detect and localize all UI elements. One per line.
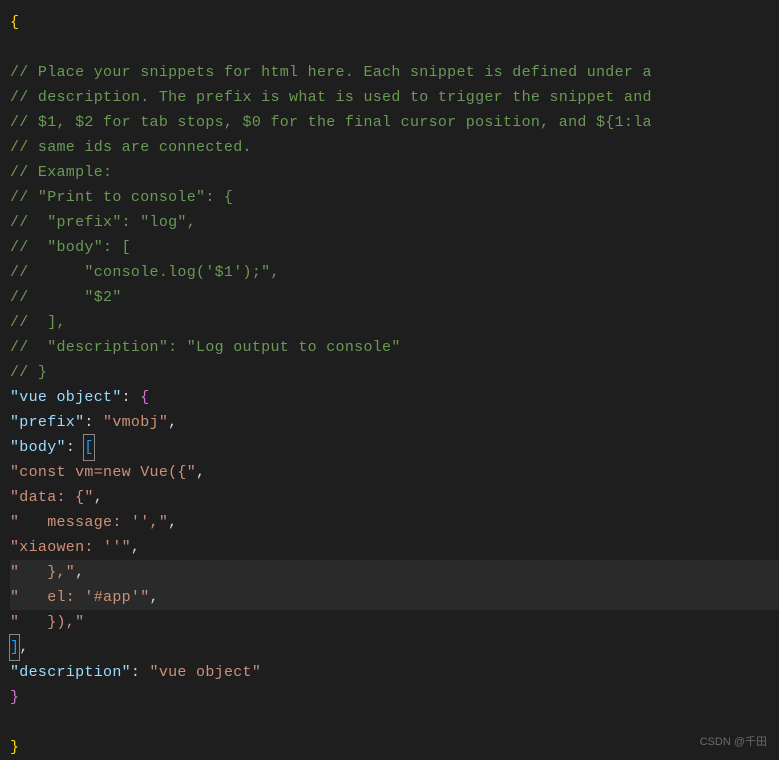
json-string: "vmobj" <box>103 410 168 435</box>
comment: // "prefix": "log", <box>10 210 196 235</box>
code-line[interactable] <box>10 710 779 735</box>
comment: // "description": "Log output to console… <box>10 335 401 360</box>
json-string: "xiaowen: ''" <box>10 535 131 560</box>
json-string: " el: '#app'" <box>10 585 150 610</box>
json-string: "data: {" <box>10 485 94 510</box>
code-line[interactable]: // description. The prefix is what is us… <box>10 85 779 110</box>
code-line[interactable] <box>10 35 779 60</box>
code-line[interactable]: "body": [ <box>10 435 779 460</box>
code-line[interactable]: // $1, $2 for tab stops, $0 for the fina… <box>10 110 779 135</box>
comment: // "body": [ <box>10 235 131 260</box>
json-key: "body" <box>10 435 66 460</box>
code-line[interactable]: // "body": [ <box>10 235 779 260</box>
close-brace: } <box>10 735 19 760</box>
code-line[interactable]: // Example: <box>10 160 779 185</box>
code-line[interactable]: "prefix": "vmobj", <box>10 410 779 435</box>
json-key: "vue object" <box>10 385 122 410</box>
code-line-active[interactable]: " el: '#app'", <box>10 585 779 610</box>
comment: // Place your snippets for html here. Ea… <box>10 60 652 85</box>
code-line[interactable]: "vue object": { <box>10 385 779 410</box>
code-line[interactable]: // "Print to console": { <box>10 185 779 210</box>
code-line[interactable]: // same ids are connected. <box>10 135 779 160</box>
comment: // $1, $2 for tab stops, $0 for the fina… <box>10 110 652 135</box>
code-line[interactable]: // ], <box>10 310 779 335</box>
comment: // "Print to console": { <box>10 185 233 210</box>
json-key: "prefix" <box>10 410 84 435</box>
comment: // ], <box>10 310 66 335</box>
open-brace: { <box>10 10 19 35</box>
code-line[interactable]: ], <box>10 635 779 660</box>
code-line[interactable]: "xiaowen: ''", <box>10 535 779 560</box>
comment: // "console.log('$1');", <box>10 260 280 285</box>
comment: // } <box>10 360 47 385</box>
code-line[interactable]: // Place your snippets for html here. Ea… <box>10 60 779 85</box>
json-key: "description" <box>10 660 131 685</box>
code-line[interactable]: // "$2" <box>10 285 779 310</box>
code-line[interactable]: // "prefix": "log", <box>10 210 779 235</box>
code-line[interactable]: // "console.log('$1');", <box>10 260 779 285</box>
json-string: "const vm=new Vue({" <box>10 460 196 485</box>
watermark: CSDN @千田 <box>700 733 767 749</box>
code-line[interactable]: "const vm=new Vue({", <box>10 460 779 485</box>
comment: // "$2" <box>10 285 122 310</box>
json-string: " }," <box>10 560 75 585</box>
json-string: " })," <box>10 610 84 635</box>
comment: // same ids are connected. <box>10 135 252 160</box>
code-line[interactable]: " },", <box>10 560 779 585</box>
code-line[interactable]: // "description": "Log output to console… <box>10 335 779 360</box>
code-line[interactable]: } <box>10 685 779 710</box>
code-line[interactable]: " message: '',", <box>10 510 779 535</box>
code-line[interactable]: { <box>10 10 779 35</box>
code-line[interactable]: " })," <box>10 610 779 635</box>
comment: // Example: <box>10 160 112 185</box>
code-editor[interactable]: { // Place your snippets for html here. … <box>0 0 779 760</box>
comment: // description. The prefix is what is us… <box>10 85 652 110</box>
code-line[interactable]: // } <box>10 360 779 385</box>
code-line[interactable]: "data: {", <box>10 485 779 510</box>
json-string: "vue object" <box>150 660 262 685</box>
code-line[interactable]: } <box>10 735 779 760</box>
code-line[interactable]: "description": "vue object" <box>10 660 779 685</box>
json-string: " message: ''," <box>10 510 168 535</box>
